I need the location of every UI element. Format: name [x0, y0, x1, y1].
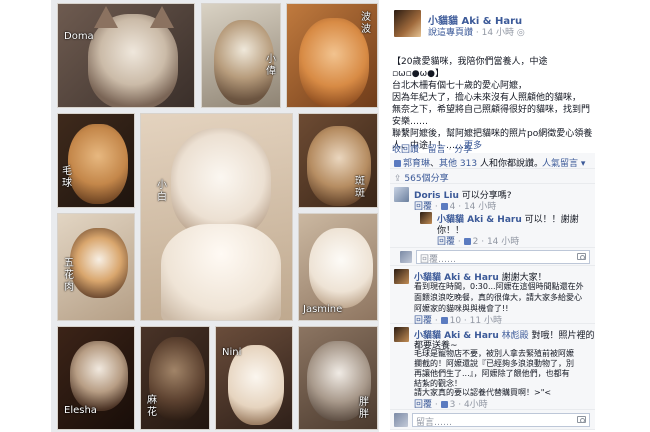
post-line: 【20歲愛貓咪，我陪你們當養人，中途 ▫ω▫●ω●】: [392, 57, 548, 79]
sort-dropdown[interactable]: 人氣留言 ▾: [542, 156, 585, 169]
page-avatar[interactable]: [394, 10, 421, 37]
caption-elesha: Elesha: [64, 405, 97, 416]
photo-tile-xiaobai[interactable]: 小白: [140, 113, 293, 321]
other-likers-link[interactable]: 其他 313: [439, 159, 477, 169]
comment-text: 可以！！謝謝: [524, 215, 579, 225]
shares-row: ⇪ 565個分享: [390, 169, 595, 184]
commenter-avatar[interactable]: [394, 327, 409, 342]
comment-text: 面餵浪浪吃晚餐，真的很偉大，請大家多給愛心: [414, 293, 582, 302]
photo-tile-elesha[interactable]: Elesha: [57, 326, 135, 430]
caption-xiaowei: 小偉: [266, 54, 276, 77]
reply-input[interactable]: 回覆……: [416, 250, 590, 265]
post-time: 14 小時: [481, 28, 514, 38]
photo-tile-wuhuarou[interactable]: 五花肉: [57, 213, 135, 321]
liker-name[interactable]: 郭育琳: [403, 159, 430, 169]
comment-row: 留言……: [390, 410, 595, 430]
commenter-avatar[interactable]: [394, 187, 409, 202]
tagged-user[interactable]: 林彪殿: [502, 331, 529, 341]
photo-tile-doma[interactable]: Doma: [57, 3, 195, 108]
comment: Doris Liu 可以分享嗎? 回覆 · 4 · 14 小時 小貓貓 Aki …: [390, 184, 595, 248]
post-line: 聯繫阿嬤後，幫阿嬤把貓咪的照片po網徵愛心領養: [392, 129, 593, 139]
like-thumb-icon: [440, 317, 448, 324]
post-line: 因為年紀大了，擔心未來沒有人照顧他的貓咪，: [392, 93, 582, 103]
caption-mahua: 麻花: [147, 395, 157, 418]
photo-tile-mahua[interactable]: 麻花: [140, 326, 210, 430]
caption-jasmine: Jasmine: [303, 304, 343, 315]
photo-tile-xiaowei[interactable]: 小偉: [201, 3, 281, 108]
reply-link[interactable]: 回覆: [414, 202, 432, 212]
camera-icon[interactable]: [577, 253, 586, 260]
chevron-down-icon: ▾: [580, 159, 586, 169]
comment-text: 看到現在時間，0:30...阿嬤在這個時間點還在外: [414, 282, 584, 291]
comment: 小貓貓 Aki & Haru 林彪殿 對哦！照片裡的 都要送養~ 毛球是寵物店不…: [390, 324, 595, 410]
post-meta: 說這專頁讚 · 14 小時 ◎: [428, 28, 525, 38]
like-thumb-icon: [440, 203, 448, 210]
caption-pangpang: 胖胖: [359, 397, 369, 420]
post-line: 台北木柵有個七十歲的愛心阿嬤，: [392, 81, 528, 91]
likes-row: 郭育琳、其他 313 人和你都說讚。 人氣留言 ▾: [390, 153, 595, 169]
like-thumb-icon: [394, 160, 401, 167]
globe-icon: ◎: [516, 28, 525, 38]
caption-nini: Nini: [222, 347, 242, 358]
caption-doma: Doma: [64, 31, 94, 42]
my-avatar: [394, 413, 408, 427]
like-thumb-icon: [440, 401, 448, 408]
photo-tile-maoqiu[interactable]: 毛球: [57, 113, 135, 208]
post-line: 安樂……: [392, 117, 429, 127]
photo-tile-pangpang[interactable]: 胖胖: [298, 326, 378, 430]
caption-xiaobai: 小白: [157, 180, 167, 203]
post-line: 無奈之下，希望將自己照顧得很好的貓咪，找到門: [392, 105, 591, 115]
share-icon: ⇪: [394, 174, 402, 184]
page-reply-avatar[interactable]: [420, 212, 432, 224]
commenter-avatar[interactable]: [394, 269, 409, 284]
comment-input[interactable]: 留言……: [412, 413, 590, 428]
like-page-link[interactable]: 說這專頁讚: [428, 28, 473, 38]
camera-icon[interactable]: [577, 416, 586, 423]
like-thumb-icon: [463, 238, 471, 245]
caption-banban: 斑斑: [355, 176, 365, 199]
comment-text: 對哦！照片裡的: [531, 331, 595, 341]
shares-link[interactable]: 565個分享: [404, 174, 448, 184]
post-panel: 小貓貓 Aki & Haru 說這專頁讚 · 14 小時 ◎ 【20歲愛貓咪，我…: [390, 0, 595, 432]
my-avatar: [400, 251, 412, 263]
reply-link[interactable]: 回覆: [414, 400, 432, 410]
caption-wuhuarou: 五花肉: [64, 258, 74, 293]
comment: 小貓貓 Aki & Haru 謝謝大家！ 看到現在時間，0:30...阿嬤在這個…: [390, 266, 595, 326]
caption-bobo: 波波: [361, 12, 371, 35]
photo-tile-banban[interactable]: 斑斑: [298, 113, 378, 208]
photo-tile-nini[interactable]: Nini: [215, 326, 293, 430]
photo-tile-bobo[interactable]: 波波: [286, 3, 378, 108]
caption-maoqiu: 毛球: [62, 166, 72, 189]
post-body: 【20歲愛貓咪，我陪你們當養人，中途 ▫ω▫●ω●】 台北木柵有個七十歲的愛心阿…: [392, 56, 595, 152]
reply-link[interactable]: 回覆: [437, 237, 455, 247]
reply-row: 回覆……: [390, 248, 595, 266]
photo-tile-jasmine[interactable]: Jasmine: [298, 213, 378, 321]
photo-collage: Doma 小偉 波波 毛球 小白 斑斑 五花肉 Jasmine Elesha 麻…: [51, 0, 379, 432]
